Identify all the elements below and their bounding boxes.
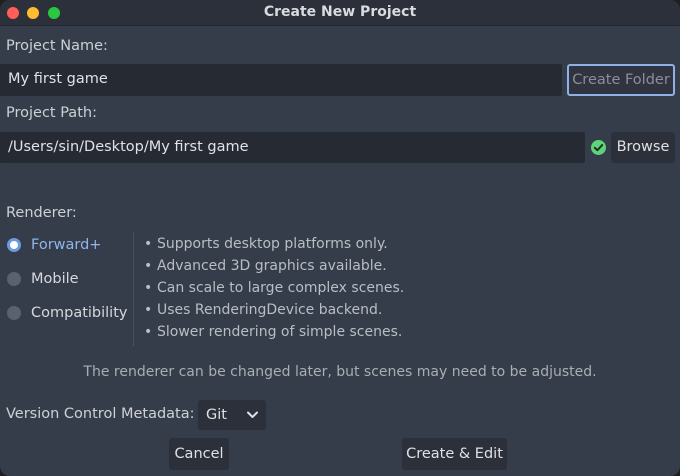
project-path-input[interactable]: /Users/sin/Desktop/My first game	[0, 132, 585, 163]
renderer-radio-mobile[interactable]	[7, 272, 21, 286]
chevron-down-icon	[247, 411, 258, 418]
project-name-input[interactable]: My first game	[0, 64, 562, 96]
browse-button[interactable]: Browse	[611, 132, 675, 163]
version-control-value: Git	[206, 407, 227, 423]
create-project-dialog: Create New Project Project Name: My firs…	[0, 0, 680, 476]
renderer-description-item: • Uses RenderingDevice backend.	[144, 302, 382, 318]
bullet-marker: •	[144, 280, 153, 296]
renderer-option-forward-plus[interactable]: Forward+	[31, 237, 101, 253]
project-name-label: Project Name:	[6, 38, 108, 54]
bullet-marker: •	[144, 324, 153, 340]
renderer-description-text: Uses RenderingDevice backend.	[157, 302, 383, 318]
renderer-description-item: • Supports desktop platforms only.	[144, 236, 388, 252]
renderer-divider	[133, 232, 134, 346]
renderer-label: Renderer:	[6, 205, 77, 221]
renderer-radio-forward-plus[interactable]	[7, 238, 21, 252]
renderer-note: The renderer can be changed later, but s…	[83, 364, 597, 380]
renderer-option-compatibility[interactable]: Compatibility	[31, 305, 127, 321]
bullet-marker: •	[144, 258, 153, 274]
title-bar: Create New Project	[0, 0, 680, 26]
renderer-description-text: Supports desktop platforms only.	[157, 236, 388, 252]
renderer-radio-compatibility[interactable]	[7, 306, 21, 320]
bullet-marker: •	[144, 236, 153, 252]
version-control-select[interactable]: Git	[198, 400, 266, 430]
renderer-description-item: • Can scale to large complex scenes.	[144, 280, 404, 296]
window-title: Create New Project	[263, 4, 417, 20]
create-folder-button[interactable]: Create Folder	[567, 64, 675, 96]
renderer-description-text: Can scale to large complex scenes.	[157, 280, 405, 296]
cancel-button[interactable]: Cancel	[169, 438, 229, 470]
renderer-description-text: Slower rendering of simple scenes.	[157, 324, 403, 340]
project-path-label: Project Path:	[6, 105, 97, 121]
renderer-description-item: • Slower rendering of simple scenes.	[144, 324, 402, 340]
renderer-description-text: Advanced 3D graphics available.	[157, 258, 387, 274]
renderer-description-item: • Advanced 3D graphics available.	[144, 258, 387, 274]
renderer-option-mobile[interactable]: Mobile	[31, 271, 79, 287]
version-control-label: Version Control Metadata:	[6, 406, 195, 422]
bullet-marker: •	[144, 302, 153, 318]
create-and-edit-button[interactable]: Create & Edit	[402, 438, 507, 470]
check-circle-icon	[591, 140, 606, 155]
